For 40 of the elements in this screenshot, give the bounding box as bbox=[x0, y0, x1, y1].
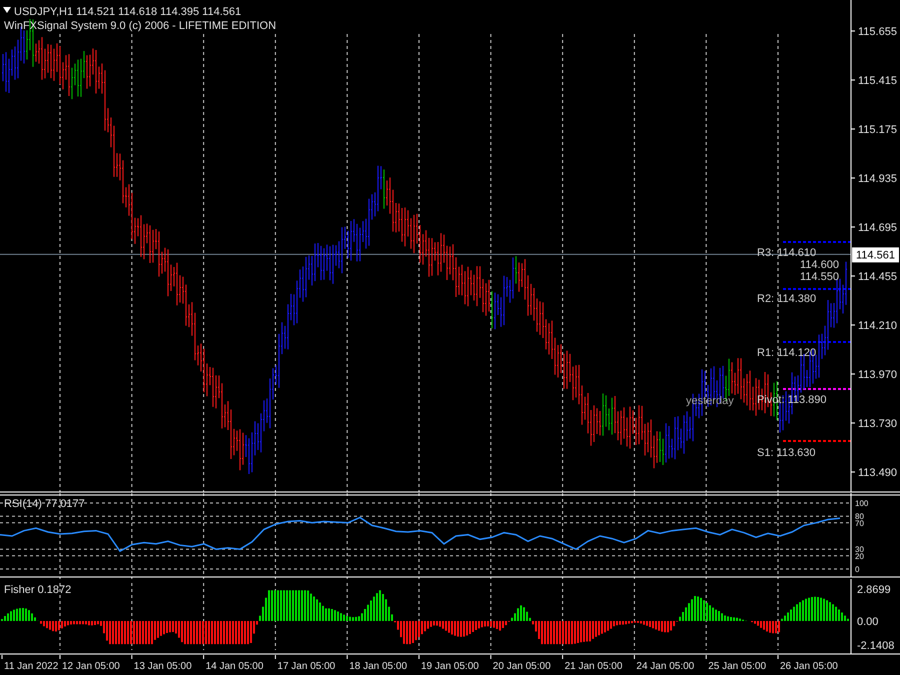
price-label: 115.175 bbox=[858, 124, 897, 136]
time-label: 19 Jan 05:00 bbox=[421, 661, 479, 672]
fisher-axis-label: 2.8699 bbox=[857, 584, 891, 596]
time-label: 26 Jan 05:00 bbox=[780, 661, 838, 672]
price-label: 115.415 bbox=[858, 75, 897, 87]
time-label: 11 Jan 2022 bbox=[4, 661, 58, 672]
price-label: 113.970 bbox=[858, 369, 897, 381]
fisher-axis-label: 0.00 bbox=[857, 616, 878, 628]
fisher-axis-label: -2.1408 bbox=[857, 640, 894, 652]
time-label: 24 Jan 05:00 bbox=[636, 661, 694, 672]
price-label: 114.455 bbox=[858, 271, 897, 283]
pivot-level-label: S1: 113.630 bbox=[757, 447, 816, 459]
rsi-axis-label: 100 bbox=[855, 499, 868, 508]
pivot-level-label: R2: 114.380 bbox=[757, 293, 816, 305]
dropdown-triangle-icon[interactable] bbox=[3, 7, 11, 13]
rsi-axis-label: 70 bbox=[855, 518, 864, 528]
price-label: 113.490 bbox=[858, 467, 897, 479]
time-label: 12 Jan 05:00 bbox=[62, 661, 120, 672]
time-label: 21 Jan 05:00 bbox=[564, 661, 622, 672]
current-price-label: 114.561 bbox=[852, 247, 899, 262]
time-label: 18 Jan 05:00 bbox=[349, 661, 408, 672]
price-label: 114.935 bbox=[858, 173, 897, 185]
rsi-axis-label: 0 bbox=[855, 565, 860, 574]
rsi-title: RSI(14) 77.0177 bbox=[4, 498, 85, 510]
price-label: 115.655 bbox=[858, 26, 897, 38]
time-label: 20 Jan 05:00 bbox=[492, 661, 551, 672]
symbol-quote-text: USDJPY,H1 114.521 114.618 114.395 114.561 bbox=[14, 6, 242, 18]
time-label: 17 Jan 05:00 bbox=[277, 661, 336, 672]
fisher-title: Fisher 0.1872 bbox=[4, 584, 72, 596]
level-price-label: 114.550 bbox=[800, 271, 839, 283]
time-label: 14 Jan 05:00 bbox=[206, 661, 264, 672]
time-label: 25 Jan 05:00 bbox=[708, 661, 766, 672]
price-label: 113.730 bbox=[858, 418, 897, 430]
price-label: 114.695 bbox=[858, 222, 897, 234]
rsi-axis-label: 80 bbox=[855, 512, 864, 522]
rsi-axis-label: 30 bbox=[855, 545, 864, 554]
price-label: 114.210 bbox=[858, 320, 897, 332]
rsi-axis-label: 20 bbox=[855, 552, 864, 561]
time-label: 13 Jan 05:00 bbox=[134, 661, 192, 672]
level-price-label: 114.600 bbox=[800, 259, 839, 271]
